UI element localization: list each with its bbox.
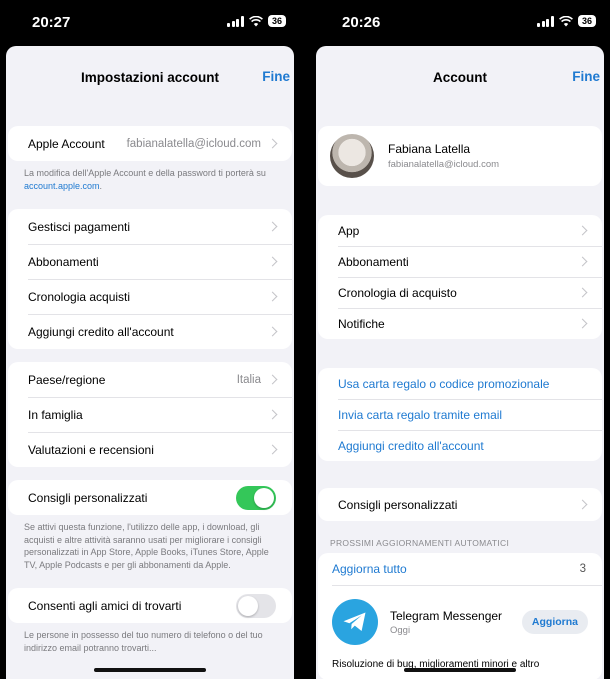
redeem-gift-card-link[interactable]: Usa carta regalo o codice promozionale [318,368,602,399]
subscriptions-row[interactable]: Abbonamenti [8,244,292,279]
update-all-button[interactable]: Aggiorna tutto [332,562,580,576]
nav-bar: Impostazioni account Fine [6,46,294,106]
account-sheet: Account Fine Fabiana Latella fabianalate… [316,46,604,679]
wifi-icon [249,15,263,26]
personalized-group: Consigli personalizzati [318,488,602,521]
wifi-icon [559,15,573,26]
purchase-history-row[interactable]: Cronologia acquisti [8,279,292,314]
send-gift-card-link[interactable]: Invia carta regalo tramite email [318,399,602,430]
chevron-right-icon [577,225,588,236]
subscriptions-row[interactable]: Abbonamenti [318,246,602,277]
status-bar: 20:26 36 [310,0,610,46]
gift-card-group: Usa carta regalo o codice promozionale I… [318,368,602,461]
updates-group: Aggiorna tutto 3 Telegram Messenger Oggi… [318,553,602,679]
battery-icon: 36 [267,15,286,27]
chevron-right-icon [577,287,588,298]
friends-group: Consenti agli amici di trovarti [8,588,292,623]
account-menu-group: App Abbonamenti Cronologia di acquisto N… [318,215,602,339]
app-name: Telegram Messenger [390,608,503,623]
nav-bar: Account Fine [316,46,604,106]
phone-left: 20:27 36 Impostazioni account Fine Apple… [0,0,300,679]
home-indicator [404,668,516,672]
avatar [330,134,374,178]
phone-right: 20:26 36 Account Fine Fabiana Latella fa… [310,0,610,679]
update-all-row: Aggiorna tutto 3 [318,553,602,585]
friends-note: Le persone in possesso del tuo numero di… [24,630,263,653]
purchase-history-row[interactable]: Cronologia di acquisto [318,277,602,308]
apple-account-email: fabianalatella@icloud.com [126,137,261,150]
profile-email: fabianalatella@icloud.com [388,159,500,170]
app-update-date: Oggi [390,624,411,636]
family-row[interactable]: In famiglia [8,397,292,432]
add-credit-row[interactable]: Aggiungi credito all'account [8,314,292,349]
chevron-right-icon [267,138,278,149]
apple-account-group: Apple Account fabianalatella@icloud.com [8,126,292,161]
chevron-right-icon [267,444,278,455]
profile-group: Fabiana Latella fabianalatella@icloud.co… [318,126,602,186]
telegram-icon [332,599,378,645]
chevron-right-icon [267,256,278,267]
chevron-right-icon [267,326,278,337]
home-indicator [94,668,206,672]
profile-name: Fabiana Latella [388,142,471,156]
purchases-group: Gestisci pagamenti Abbonamenti Cronologi… [8,209,292,349]
notifications-row[interactable]: Notifiche [318,308,602,339]
apple-account-row[interactable]: Apple Account fabianalatella@icloud.com [8,126,292,161]
update-button[interactable]: Aggiorna [521,610,588,634]
done-button[interactable]: Fine [262,69,290,84]
add-credit-link[interactable]: Aggiungi credito all'account [318,430,602,461]
profile-row[interactable]: Fabiana Latella fabianalatella@icloud.co… [318,126,602,186]
personalized-recommendations-row[interactable]: Consigli personalizzati [318,488,602,521]
battery-icon: 36 [577,15,596,27]
signal-icon [227,15,244,27]
manage-payments-row[interactable]: Gestisci pagamenti [8,209,292,244]
apps-row[interactable]: App [318,215,602,246]
page-title: Account [433,70,487,85]
ratings-reviews-row[interactable]: Valutazioni e recensioni [8,432,292,467]
page-title: Impostazioni account [80,70,219,85]
chevron-right-icon [577,499,588,510]
chevron-right-icon [577,318,588,329]
apple-account-note: La modifica dell'Apple Account e della p… [24,168,266,191]
personalized-note: Se attivi questa funzione, l'utilizzo de… [24,522,269,570]
allow-friends-row: Consenti agli amici di trovarti [8,588,292,623]
personalized-group: Consigli personalizzati [8,480,292,515]
personalized-recommendations-row: Consigli personalizzati [8,480,292,515]
country-region-row[interactable]: Paese/regione Italia [8,362,292,397]
chevron-right-icon [267,374,278,385]
signal-icon [537,15,554,27]
settings-sheet: Impostazioni account Fine Apple Account … [6,46,294,679]
update-count: 3 [579,563,586,575]
status-time: 20:26 [342,14,381,31]
chevron-right-icon [267,409,278,420]
status-time: 20:27 [32,14,71,31]
region-group: Paese/regione Italia In famiglia Valutazi… [8,362,292,467]
app-update-row[interactable]: Telegram Messenger Oggi Aggiorna [318,585,602,659]
apple-account-label: Apple Account [28,136,105,151]
friends-toggle[interactable] [236,593,276,618]
chevron-right-icon [267,291,278,302]
country-value: Italia [236,373,261,386]
status-bar: 20:27 36 [0,0,300,46]
apple-account-link[interactable]: account.apple.com [24,181,100,191]
personalized-toggle[interactable] [236,485,276,510]
updates-section-header: PROSSIMI AGGIORNAMENTI AUTOMATICI [330,538,510,548]
done-button[interactable]: Fine [572,69,600,84]
chevron-right-icon [267,221,278,232]
chevron-right-icon [577,256,588,267]
